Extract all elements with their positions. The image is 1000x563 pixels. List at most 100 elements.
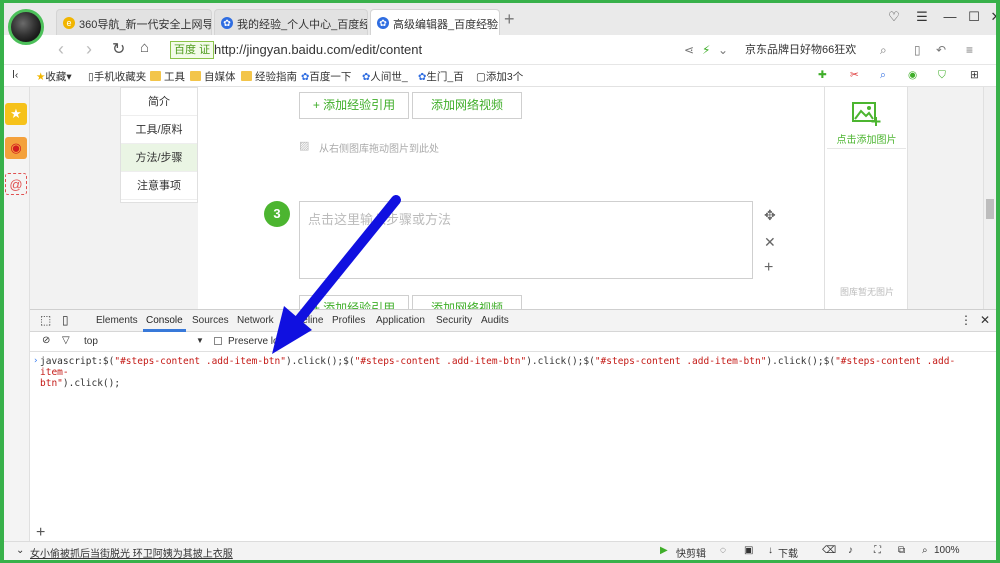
acceleration-icon[interactable]: ◌: [720, 545, 726, 556]
bookmark-tools[interactable]: 工具: [150, 69, 185, 84]
filter-icon[interactable]: ▽: [62, 335, 70, 346]
weibo-icon[interactable]: ◉: [5, 137, 27, 159]
tab-application[interactable]: Application: [376, 315, 425, 326]
search-box[interactable]: 京东品牌日好物66狂欢: [745, 41, 895, 61]
bookmark-shengmen[interactable]: ✿生门_百: [418, 69, 464, 84]
bookmark-bar: ⅼ‹ ★收藏▾ ▯手机收藏夹 工具 自媒体 经验指南 ✿百度一下 ✿人间世_ ✿…: [4, 65, 996, 87]
skin-icon[interactable]: ♡: [884, 9, 904, 25]
inspect-icon[interactable]: ⬚: [40, 313, 51, 327]
browser-logo-avatar[interactable]: [8, 9, 44, 45]
bookmark-add-more[interactable]: ▢添加3个: [476, 69, 523, 84]
folder-icon: [190, 71, 201, 81]
tab-360-nav[interactable]: e 360导航_新一代安全上网导: [56, 9, 212, 35]
search-extension-icon[interactable]: ⌕: [880, 69, 886, 82]
screenshot-icon[interactable]: ▣: [744, 545, 753, 556]
tab-profiles[interactable]: Profiles: [332, 315, 365, 326]
star-icon: ★: [36, 71, 46, 83]
news-ticker-link[interactable]: 女小偷被抓后当街脱光 环卫阿姨为其披上衣服: [30, 545, 233, 560]
tab-audits[interactable]: Audits: [481, 315, 509, 326]
news-expand-icon[interactable]: ⌄: [16, 545, 24, 556]
minimize-button[interactable]: —: [940, 9, 960, 24]
tab-security[interactable]: Security: [436, 315, 472, 326]
add-image-label: 点击添加图片: [836, 135, 897, 146]
close-window-button[interactable]: ✕: [986, 9, 996, 25]
verified-badge[interactable]: 百度 证: [170, 41, 215, 59]
sidebar-toggle-icon[interactable]: ⅼ‹: [12, 69, 18, 81]
bookmark-favorites[interactable]: ★收藏▾: [36, 69, 72, 84]
home-icon[interactable]: ⌂: [140, 39, 149, 56]
extension-icon[interactable]: ✚: [818, 69, 827, 81]
step-editor: + 添加经验引用 添加网络视频 ▨ 从右侧图库拖动图片到此处 3 点击这里输入步…: [198, 87, 824, 309]
close-tab-icon[interactable]: ×: [486, 15, 493, 29]
context-select[interactable]: top: [84, 336, 98, 347]
kuaijianji-button[interactable]: 快剪辑: [676, 545, 706, 560]
menu-item-notes[interactable]: 注意事项: [121, 172, 197, 200]
shield-icon[interactable]: ⛉: [938, 69, 946, 82]
scrollbar-thumb[interactable]: [986, 199, 994, 219]
clear-console-icon[interactable]: ⊘: [42, 335, 50, 346]
menu-item-tools[interactable]: 工具/原料: [121, 116, 197, 144]
tab-sources[interactable]: Sources: [192, 315, 229, 326]
url-text[interactable]: http://jingyan.baidu.com/edit/content: [214, 42, 422, 57]
tab-console[interactable]: Console: [143, 315, 186, 332]
gamepad-icon[interactable]: ◉: [908, 69, 917, 81]
menu-item-intro[interactable]: 简介: [121, 88, 197, 116]
page-icon: ▢: [476, 71, 486, 83]
bookmark-renjianshi[interactable]: ✿人间世_: [362, 69, 408, 84]
share-icon[interactable]: ⋖: [684, 43, 694, 57]
tab-advanced-editor[interactable]: ✿ 高级编辑器_百度经验 ×: [370, 9, 500, 35]
apps-grid-icon[interactable]: ⊞: [970, 69, 979, 81]
maximize-button[interactable]: ☐: [964, 9, 984, 25]
search-icon[interactable]: ⌕: [880, 43, 887, 58]
context-dropdown-icon[interactable]: ▼: [196, 336, 204, 345]
undo-icon[interactable]: ↶: [936, 43, 946, 57]
editor-page: 简介 工具/原料 方法/步骤 注意事项 + 添加经验引用 添加网络视频 ▨ 从右…: [30, 87, 983, 309]
devtools-close-icon[interactable]: ✕: [980, 313, 990, 327]
new-tab-button[interactable]: +: [504, 9, 515, 30]
tab-elements[interactable]: Elements: [96, 315, 138, 326]
empty-library-label: 图库暂无图片: [839, 287, 894, 297]
speed-icon[interactable]: ⚡: [702, 43, 710, 57]
console-output[interactable]: › javascript:$("#steps-content .add-item…: [33, 356, 980, 389]
refresh-icon[interactable]: ↻: [112, 39, 125, 59]
left-sidebar: ★ ◉ @: [4, 87, 30, 547]
menu-item-steps[interactable]: 方法/步骤: [121, 144, 197, 172]
tab-network[interactable]: Network: [237, 315, 274, 326]
drag-image-hint: 从右侧图库拖动图片到此处: [319, 144, 439, 155]
step-input[interactable]: 点击这里输入步骤或方法: [299, 201, 753, 279]
email-icon[interactable]: @: [5, 173, 27, 195]
scissors-icon[interactable]: ✂: [850, 69, 859, 81]
favorites-star-icon[interactable]: ★: [5, 103, 27, 125]
bookmark-baidu[interactable]: ✿百度一下: [301, 69, 351, 84]
watermark-domain: jingyan.baidu.com: [776, 523, 889, 539]
image-placeholder-icon: ▨: [299, 140, 310, 152]
add-reference-button-2[interactable]: + 添加经验引用: [299, 295, 409, 309]
add-drawer-icon[interactable]: +: [36, 524, 45, 542]
add-video-button[interactable]: 添加网络视频: [412, 92, 522, 119]
url-field[interactable]: 百度 证 http://jingyan.baidu.com/edit/conte…: [168, 39, 744, 61]
mobile-icon[interactable]: ▯: [914, 43, 921, 57]
add-video-button-2[interactable]: 添加网络视频: [412, 295, 522, 309]
bookmark-guide[interactable]: 经验指南: [241, 69, 297, 84]
move-icon[interactable]: ✥: [764, 207, 776, 224]
tab-my-jingyan[interactable]: ✿ 我的经验_个人中心_百度经验: [214, 9, 368, 35]
add-step-icon[interactable]: +: [764, 259, 773, 277]
page-scrollbar[interactable]: [983, 87, 996, 309]
paw-icon: ✿: [377, 17, 389, 29]
tab-timeline[interactable]: Timeline: [286, 315, 323, 326]
more-menu-icon[interactable]: ≡: [966, 43, 973, 57]
tab-strip: e 360导航_新一代安全上网导 ✿ 我的经验_个人中心_百度经验 ✿ 高级编辑…: [4, 3, 996, 35]
back-icon[interactable]: ‹: [58, 39, 64, 60]
menu-icon[interactable]: ☰: [912, 9, 932, 25]
chevron-down-icon[interactable]: ⌄: [718, 43, 728, 57]
devtools-menu-icon[interactable]: ⋮: [960, 313, 972, 327]
bookmark-mobile[interactable]: ▯手机收藏夹: [88, 69, 146, 84]
bookmark-media[interactable]: 自媒体: [190, 69, 236, 84]
device-mode-icon[interactable]: ▯: [62, 313, 69, 327]
add-reference-button[interactable]: + 添加经验引用: [299, 92, 409, 119]
add-image-button[interactable]: 点击添加图片: [827, 89, 906, 149]
forward-icon[interactable]: ›: [86, 39, 92, 60]
kuaijianji-icon: ▶: [660, 545, 668, 556]
close-icon[interactable]: ✕: [764, 234, 776, 251]
preserve-log-checkbox[interactable]: [214, 337, 222, 345]
